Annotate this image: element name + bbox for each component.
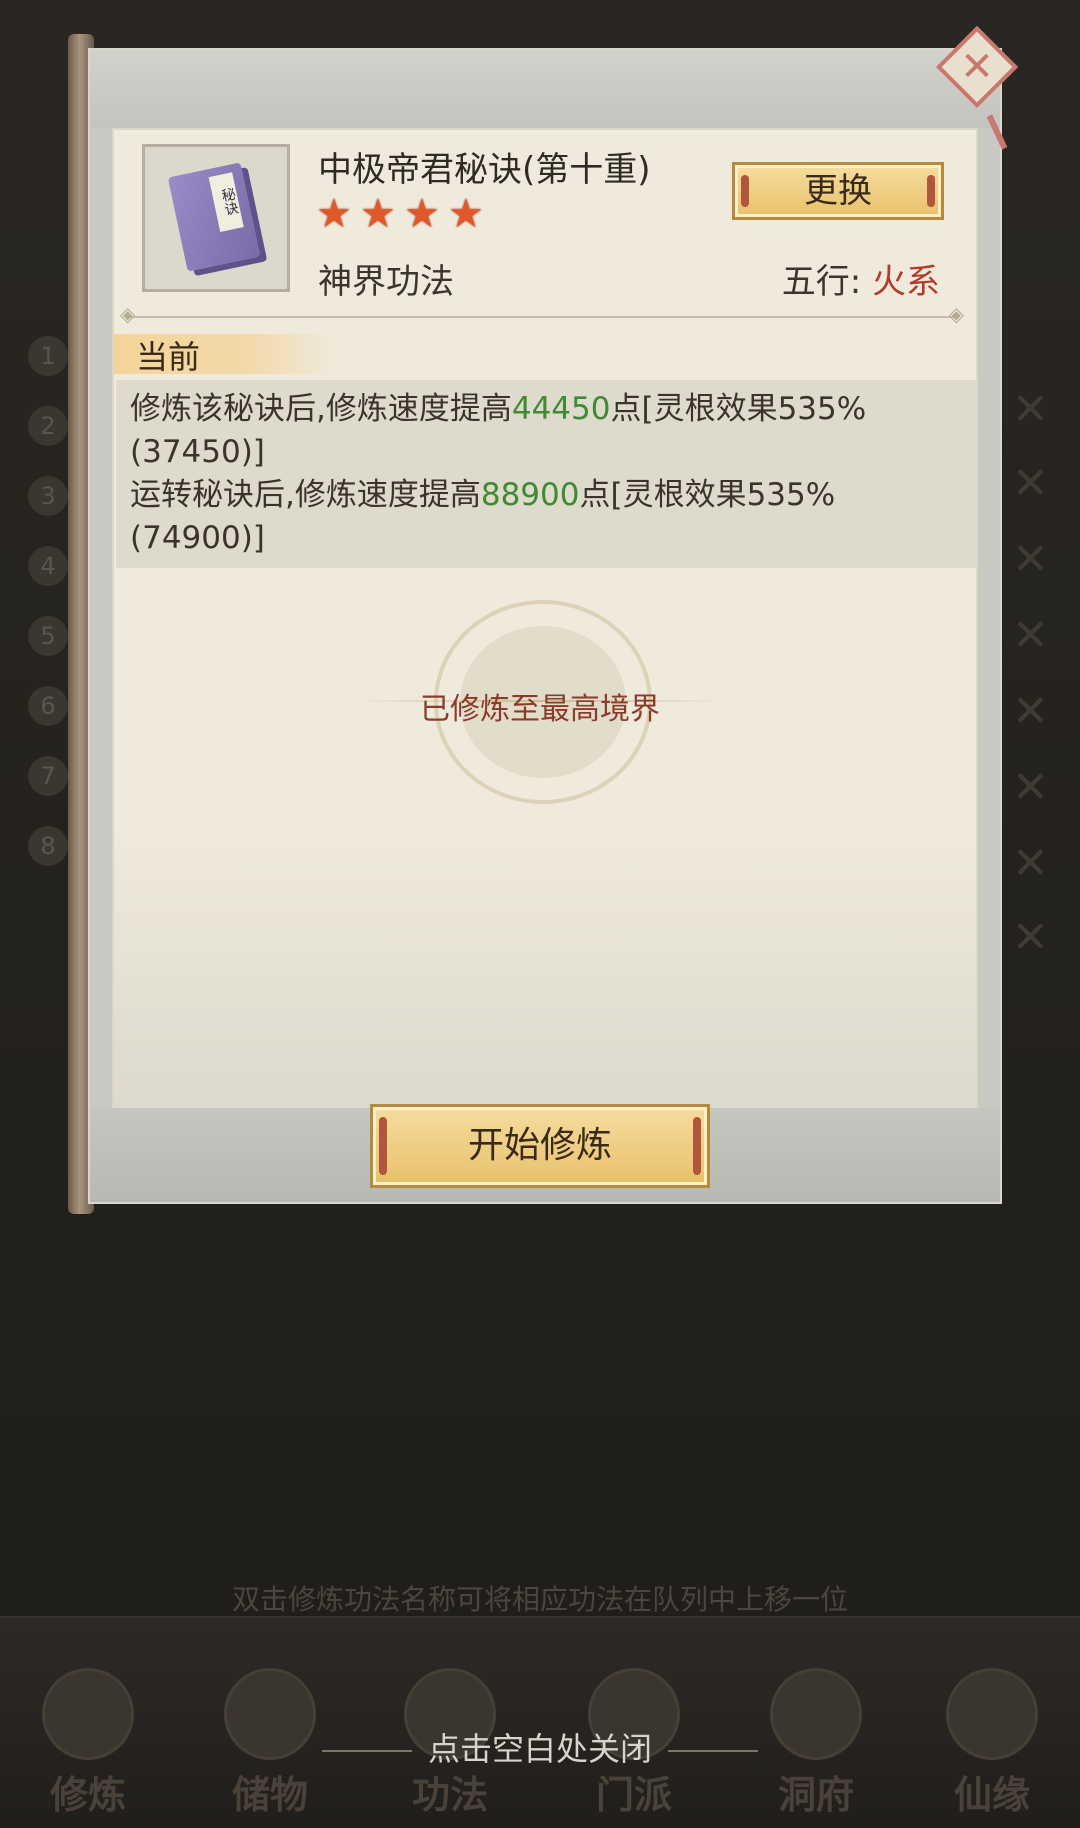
star-icon: ★ — [404, 191, 440, 237]
nav-label: 功法 — [411, 1773, 488, 1817]
star-rating: ★ ★ ★ ★ — [316, 194, 488, 234]
technique-type: 神界功法 — [318, 262, 454, 302]
close-button[interactable]: ✕ — [932, 25, 1019, 150]
queue-slot-number: 3 — [28, 476, 68, 516]
section-tag-current: 当前 — [114, 334, 334, 376]
remove-icon: ✕ — [1012, 384, 1049, 435]
queue-slot-number: 7 — [28, 756, 68, 796]
bottom-nav: 修炼 储物 功法 门派 洞府 仙缘 — [0, 1616, 1080, 1828]
section-title: 当前 — [136, 338, 201, 376]
star-icon: ★ — [448, 191, 484, 237]
remove-icon: ✕ — [1012, 838, 1049, 889]
remove-icon: ✕ — [1012, 534, 1049, 585]
effect-text: 修炼该秘诀后,修炼速度提高 — [130, 391, 512, 427]
queue-slot-number: 5 — [28, 616, 68, 656]
start-cultivation-button[interactable]: 开始修炼 — [370, 1104, 710, 1188]
remove-icon: ✕ — [1012, 762, 1049, 813]
queue-slot-number: 1 — [28, 336, 68, 376]
mist-decoration — [114, 830, 976, 1110]
star-icon: ★ — [360, 191, 396, 237]
element-label: 五行: — [781, 262, 862, 302]
nav-label: 修炼 — [49, 1773, 126, 1817]
modal-header-band — [90, 50, 1000, 128]
remove-icon: ✕ — [1012, 912, 1049, 963]
swap-button[interactable]: 更换 — [732, 162, 944, 220]
tap-blank-to-close[interactable]: 点击空白处关闭 — [0, 1724, 1080, 1770]
effect-line-1: 修炼该秘诀后,修炼速度提高44450点[灵根效果535%(37450)] — [130, 388, 964, 474]
nav-label: 洞府 — [777, 1773, 854, 1817]
secret-manual-book-icon: 秘诀 — [167, 162, 261, 272]
max-level-status: 已修炼至最高境界 — [420, 692, 660, 727]
divider — [120, 302, 964, 326]
queue-slot-number: 4 — [28, 546, 68, 586]
queue-slot-number: 8 — [28, 826, 68, 866]
nav-label: 储物 — [231, 1773, 308, 1817]
element-info: 五行: 火系 — [782, 254, 940, 303]
queue-hint-text: 双击修炼功法名称可将相应功法在队列中上移一位 — [231, 1583, 848, 1616]
effect-text: 运转秘诀后,修炼速度提高 — [130, 477, 481, 513]
effect-line-2: 运转秘诀后,修炼速度提高88900点[灵根效果535%(74900)] — [130, 474, 964, 560]
element-value: 火系 — [872, 262, 940, 302]
technique-name: 中极帝君秘诀(第十重) — [318, 150, 651, 190]
remove-icon: ✕ — [1012, 458, 1049, 509]
book-label: 秘诀 — [208, 172, 244, 233]
close-x-icon: ✕ — [960, 44, 994, 90]
technique-icon[interactable]: 秘诀 — [142, 144, 290, 292]
queue-slot-number: 2 — [28, 406, 68, 446]
effect-value: 88900 — [480, 477, 580, 513]
nav-label: 仙缘 — [953, 1773, 1030, 1817]
effect-value: 44450 — [511, 391, 611, 427]
nav-label: 门派 — [595, 1773, 672, 1817]
remove-icon: ✕ — [1012, 610, 1049, 661]
star-icon: ★ — [316, 191, 352, 237]
effect-description: 修炼该秘诀后,修炼速度提高44450点[灵根效果535%(37450)] 运转秘… — [116, 380, 978, 568]
